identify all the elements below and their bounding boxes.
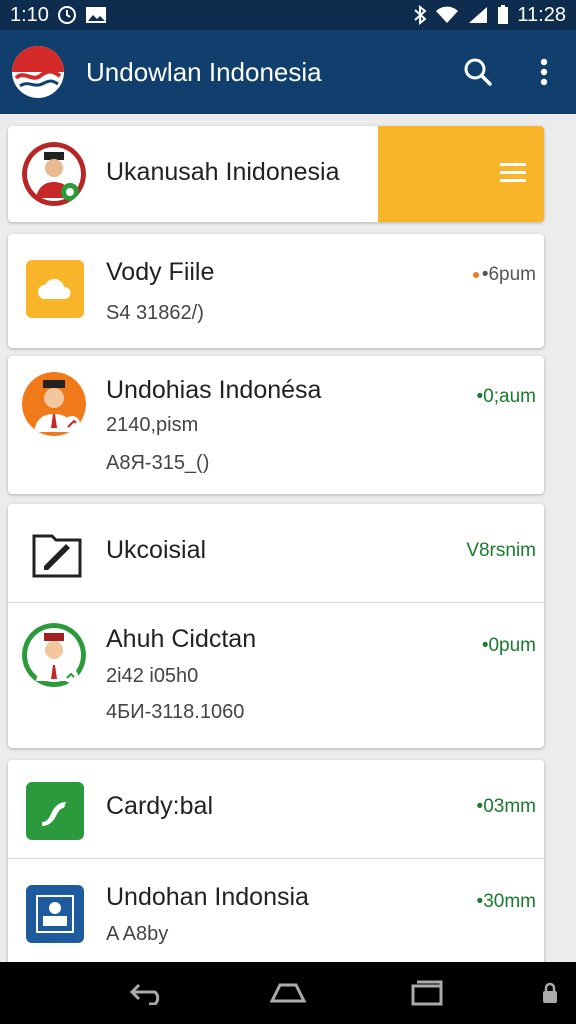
home-button[interactable]	[263, 973, 313, 1013]
item-title: Ahuh Cidctan	[106, 625, 257, 653]
lock-button[interactable]	[542, 982, 558, 1009]
cloud-icon	[26, 260, 84, 318]
item-title: Vody Fiile	[106, 258, 215, 286]
list-item[interactable]: Ahuh Cidctan 2i42 i05h0 4БИ-3118.1060 •0…	[8, 603, 544, 748]
item-title: Ukanusah Inidonesia	[106, 158, 340, 186]
list-item-header[interactable]: Ukanusah Inidonesia	[8, 126, 544, 222]
wifi-icon	[435, 6, 459, 24]
item-meta: •6pum	[472, 264, 536, 286]
search-button[interactable]	[460, 54, 496, 90]
item-title: Undohan Indonsia	[106, 883, 309, 911]
item-subtitle: 2140,pism	[106, 414, 199, 436]
item-meta: •03mm	[476, 796, 536, 817]
home-icon	[269, 983, 307, 1003]
item-subtitle: 2i42 i05h0	[106, 665, 199, 687]
search-icon	[464, 58, 492, 86]
item-subtitle-secondary: A8Я-315_()	[106, 452, 210, 474]
avatar	[22, 623, 86, 687]
back-icon	[130, 983, 160, 1005]
item-subtitle: A A8by	[106, 923, 169, 945]
map-icon	[26, 782, 84, 840]
item-meta: V8rsnim	[466, 540, 536, 561]
item-title: Cardy:bal	[106, 792, 213, 820]
image-icon	[85, 6, 107, 24]
item-meta: •0;aum	[476, 386, 536, 407]
more-vert-icon	[540, 58, 548, 86]
navigation-bar	[0, 962, 576, 1024]
status-bar: 1:10 11:28	[0, 0, 576, 30]
list-item[interactable]: Vody Fiile S4 31862/) •6pum	[8, 234, 544, 348]
edit-icon	[30, 526, 84, 580]
back-button[interactable]	[124, 973, 174, 1013]
recents-button[interactable]	[402, 973, 452, 1013]
lock-icon	[543, 982, 557, 1003]
bluetooth-icon	[413, 5, 427, 25]
list-item[interactable]: Undohan Indonsia A A8by •30mm	[8, 859, 544, 962]
clock-icon	[57, 5, 77, 25]
status-time-right: 11:28	[517, 3, 566, 26]
battery-icon	[497, 5, 509, 25]
list-group: Cardy:bal •03mm Undohan Indonsia A A8by …	[8, 760, 544, 962]
app-logo-icon	[10, 44, 66, 100]
status-dot	[472, 271, 479, 278]
status-time-left: 1:10	[10, 3, 49, 26]
list-item[interactable]: Ukcoisial V8rsnim	[8, 504, 544, 602]
item-meta-text: •6pum	[481, 264, 536, 285]
app-bar: Undowlan Indonesia	[0, 30, 576, 114]
item-meta: •0pum	[481, 635, 536, 656]
item-title: Undohias Indonésa	[106, 376, 322, 404]
item-subtitle-secondary: 4БИ-3118.1060	[106, 701, 245, 723]
stamp-icon	[26, 885, 84, 943]
avatar	[22, 142, 86, 206]
recents-icon	[411, 980, 443, 1006]
list-group: Ukcoisial V8rsnim Ahuh Cidctan 2i42 i05h…	[8, 504, 544, 748]
avatar	[22, 372, 86, 436]
item-meta: •30mm	[476, 891, 536, 912]
list-item[interactable]: Undohias Indonésa 2140,pism A8Я-315_() •…	[8, 356, 544, 494]
item-title: Ukcoisial	[106, 536, 207, 564]
content-list: Ukanusah Inidonesia Vody Fiile S4 31862/…	[0, 114, 576, 962]
list-item[interactable]: Cardy:bal •03mm	[8, 760, 544, 858]
item-action-panel[interactable]	[378, 126, 544, 222]
more-options-button[interactable]	[526, 54, 562, 90]
menu-icon	[500, 161, 526, 188]
signal-icon	[467, 6, 489, 24]
app-title: Undowlan Indonesia	[86, 56, 322, 87]
item-subtitle: S4 31862/)	[106, 302, 204, 324]
